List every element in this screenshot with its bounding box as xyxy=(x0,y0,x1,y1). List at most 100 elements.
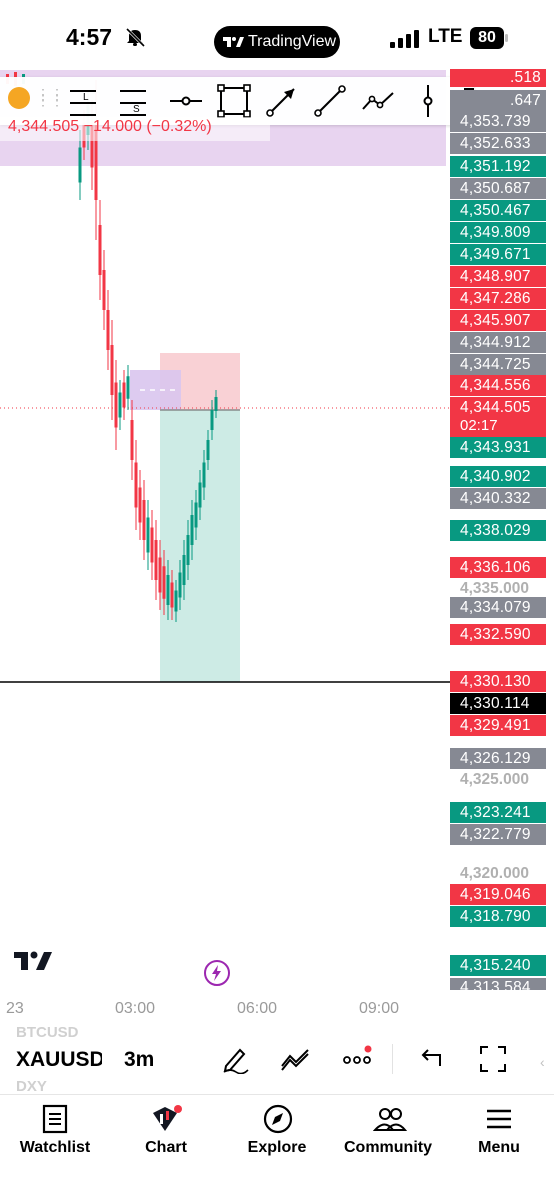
price-label: 4,329.491 xyxy=(450,715,546,736)
tab-watchlist[interactable]: Watchlist xyxy=(0,1095,110,1201)
bell-slash-icon xyxy=(124,26,146,54)
candle xyxy=(138,487,142,523)
candle xyxy=(174,590,178,612)
tradingview-pill-label: TradingView xyxy=(248,33,337,50)
candle xyxy=(158,557,162,593)
candle xyxy=(206,440,210,460)
fullscreen-icon[interactable] xyxy=(478,1044,508,1079)
candle xyxy=(182,555,186,585)
candle xyxy=(198,482,202,508)
bottom-tab-bar: Watchlist Chart Explore Community Menu xyxy=(0,1094,554,1201)
candle xyxy=(114,382,118,428)
price-tick: 4,335.000 xyxy=(460,580,529,597)
candle xyxy=(102,270,106,310)
time-label: 06:00 xyxy=(237,1000,278,1017)
tab-explore[interactable]: Explore xyxy=(222,1095,332,1201)
arrow-icon[interactable] xyxy=(264,83,300,119)
tab-label: Community xyxy=(344,1139,432,1156)
drag-handle-icon[interactable]: ⋮⋮ ⋮⋮ xyxy=(36,87,64,107)
network-type: LTE xyxy=(428,26,463,47)
price-label: 4,353.739 xyxy=(450,111,546,132)
price-label: 4,348.907 xyxy=(450,266,546,287)
candle xyxy=(178,572,182,598)
candle xyxy=(78,147,82,183)
svg-text:L: L xyxy=(83,92,89,103)
price-label: 4,344.556 xyxy=(450,375,546,396)
price-label: 4,349.809 xyxy=(450,222,546,243)
candle xyxy=(166,575,170,605)
time-label: 23 xyxy=(6,1000,24,1017)
price-label: 4,315.240 xyxy=(450,955,546,976)
indicators-icon[interactable] xyxy=(280,1046,310,1077)
divider xyxy=(392,1044,393,1074)
price-label: 4,343.931 xyxy=(450,437,546,458)
cell-signal-icon xyxy=(390,30,420,48)
price-tick: 4,325.000 xyxy=(460,771,529,788)
menu-icon xyxy=(487,1109,511,1129)
partial-price-label: .647 xyxy=(450,90,546,111)
price-label: 4,326.129 xyxy=(450,748,546,769)
candle xyxy=(130,420,134,460)
time-label: 03:00 xyxy=(115,1000,156,1017)
ruler-l-icon[interactable]: L xyxy=(66,83,102,119)
candle xyxy=(202,462,206,488)
price-label: 4,330.130 xyxy=(450,671,546,692)
candle xyxy=(186,535,190,565)
tab-menu[interactable]: Menu xyxy=(444,1095,554,1201)
candle xyxy=(150,527,154,563)
price-label: 4,344.912 xyxy=(450,332,546,353)
candle xyxy=(210,410,214,430)
trend-line-icon[interactable] xyxy=(312,83,348,119)
interval-selector[interactable]: 3m xyxy=(124,1048,154,1072)
price-label: 4,345.907 xyxy=(450,310,546,331)
community-icon xyxy=(373,1108,407,1131)
price-label: 4,352.633 xyxy=(450,133,546,154)
partial-price-label: .518 xyxy=(450,69,546,87)
vertical-line-icon[interactable] xyxy=(410,83,446,119)
tab-label: Chart xyxy=(145,1139,187,1156)
candle xyxy=(162,566,166,599)
take-profit-zone xyxy=(160,410,240,682)
tab-chart[interactable]: Chart xyxy=(111,1095,221,1201)
quick-trade-bolt-icon[interactable] xyxy=(204,960,230,986)
svg-text:S: S xyxy=(133,104,140,115)
ruler-s-icon[interactable]: S xyxy=(116,83,152,119)
price-label: 4,344.725 xyxy=(450,354,546,375)
price-label: 4,332.590 xyxy=(450,624,546,645)
candle xyxy=(142,500,146,540)
candle xyxy=(190,515,194,545)
price-label: 4,319.046 xyxy=(450,884,546,905)
price-change-text: 4,344.505 −14.000 (−0.32%) xyxy=(8,118,212,135)
rectangle-icon[interactable] xyxy=(216,83,252,119)
candle xyxy=(170,582,174,608)
tab-community[interactable]: Community xyxy=(333,1095,443,1201)
candle xyxy=(194,502,198,528)
status-bar: 4:57 TradingView LTE 80 xyxy=(0,0,554,78)
tab-label: Watchlist xyxy=(19,1139,91,1156)
horizontal-line-icon[interactable] xyxy=(168,83,204,119)
price-tick: 4,320.000 xyxy=(460,865,529,882)
partial-price-label: 4,313.584 xyxy=(450,978,546,990)
price-label: 4,350.467 xyxy=(450,200,546,221)
symbol-current[interactable]: XAUUSD xyxy=(16,1048,102,1072)
price-label: 4,318.790 xyxy=(450,906,546,927)
symbol-below[interactable]: DXY xyxy=(16,1078,47,1095)
drawing-object-icon[interactable] xyxy=(8,87,30,109)
price-label: 4,340.902 xyxy=(450,466,546,487)
pen-icon[interactable] xyxy=(220,1044,250,1079)
symbol-row: BTCUSD XAUUSD DXY 3m ‹ xyxy=(0,1020,554,1096)
candle xyxy=(146,517,150,553)
undo-icon[interactable] xyxy=(418,1046,444,1077)
battery-icon: 80 xyxy=(470,27,510,49)
candle xyxy=(110,345,114,395)
tab-label: Explore xyxy=(247,1139,307,1156)
price-label: 4,336.106 xyxy=(450,557,546,578)
symbol-above[interactable]: BTCUSD xyxy=(16,1024,102,1041)
more-icon[interactable] xyxy=(342,1044,376,1079)
bar-countdown: 02:17 xyxy=(460,417,498,434)
price-label: 4,334.079 xyxy=(450,597,546,618)
tradingview-logo-icon xyxy=(222,26,244,69)
candle xyxy=(126,376,130,399)
price-label: 4,351.192 xyxy=(450,156,546,177)
path-icon[interactable] xyxy=(360,83,396,119)
